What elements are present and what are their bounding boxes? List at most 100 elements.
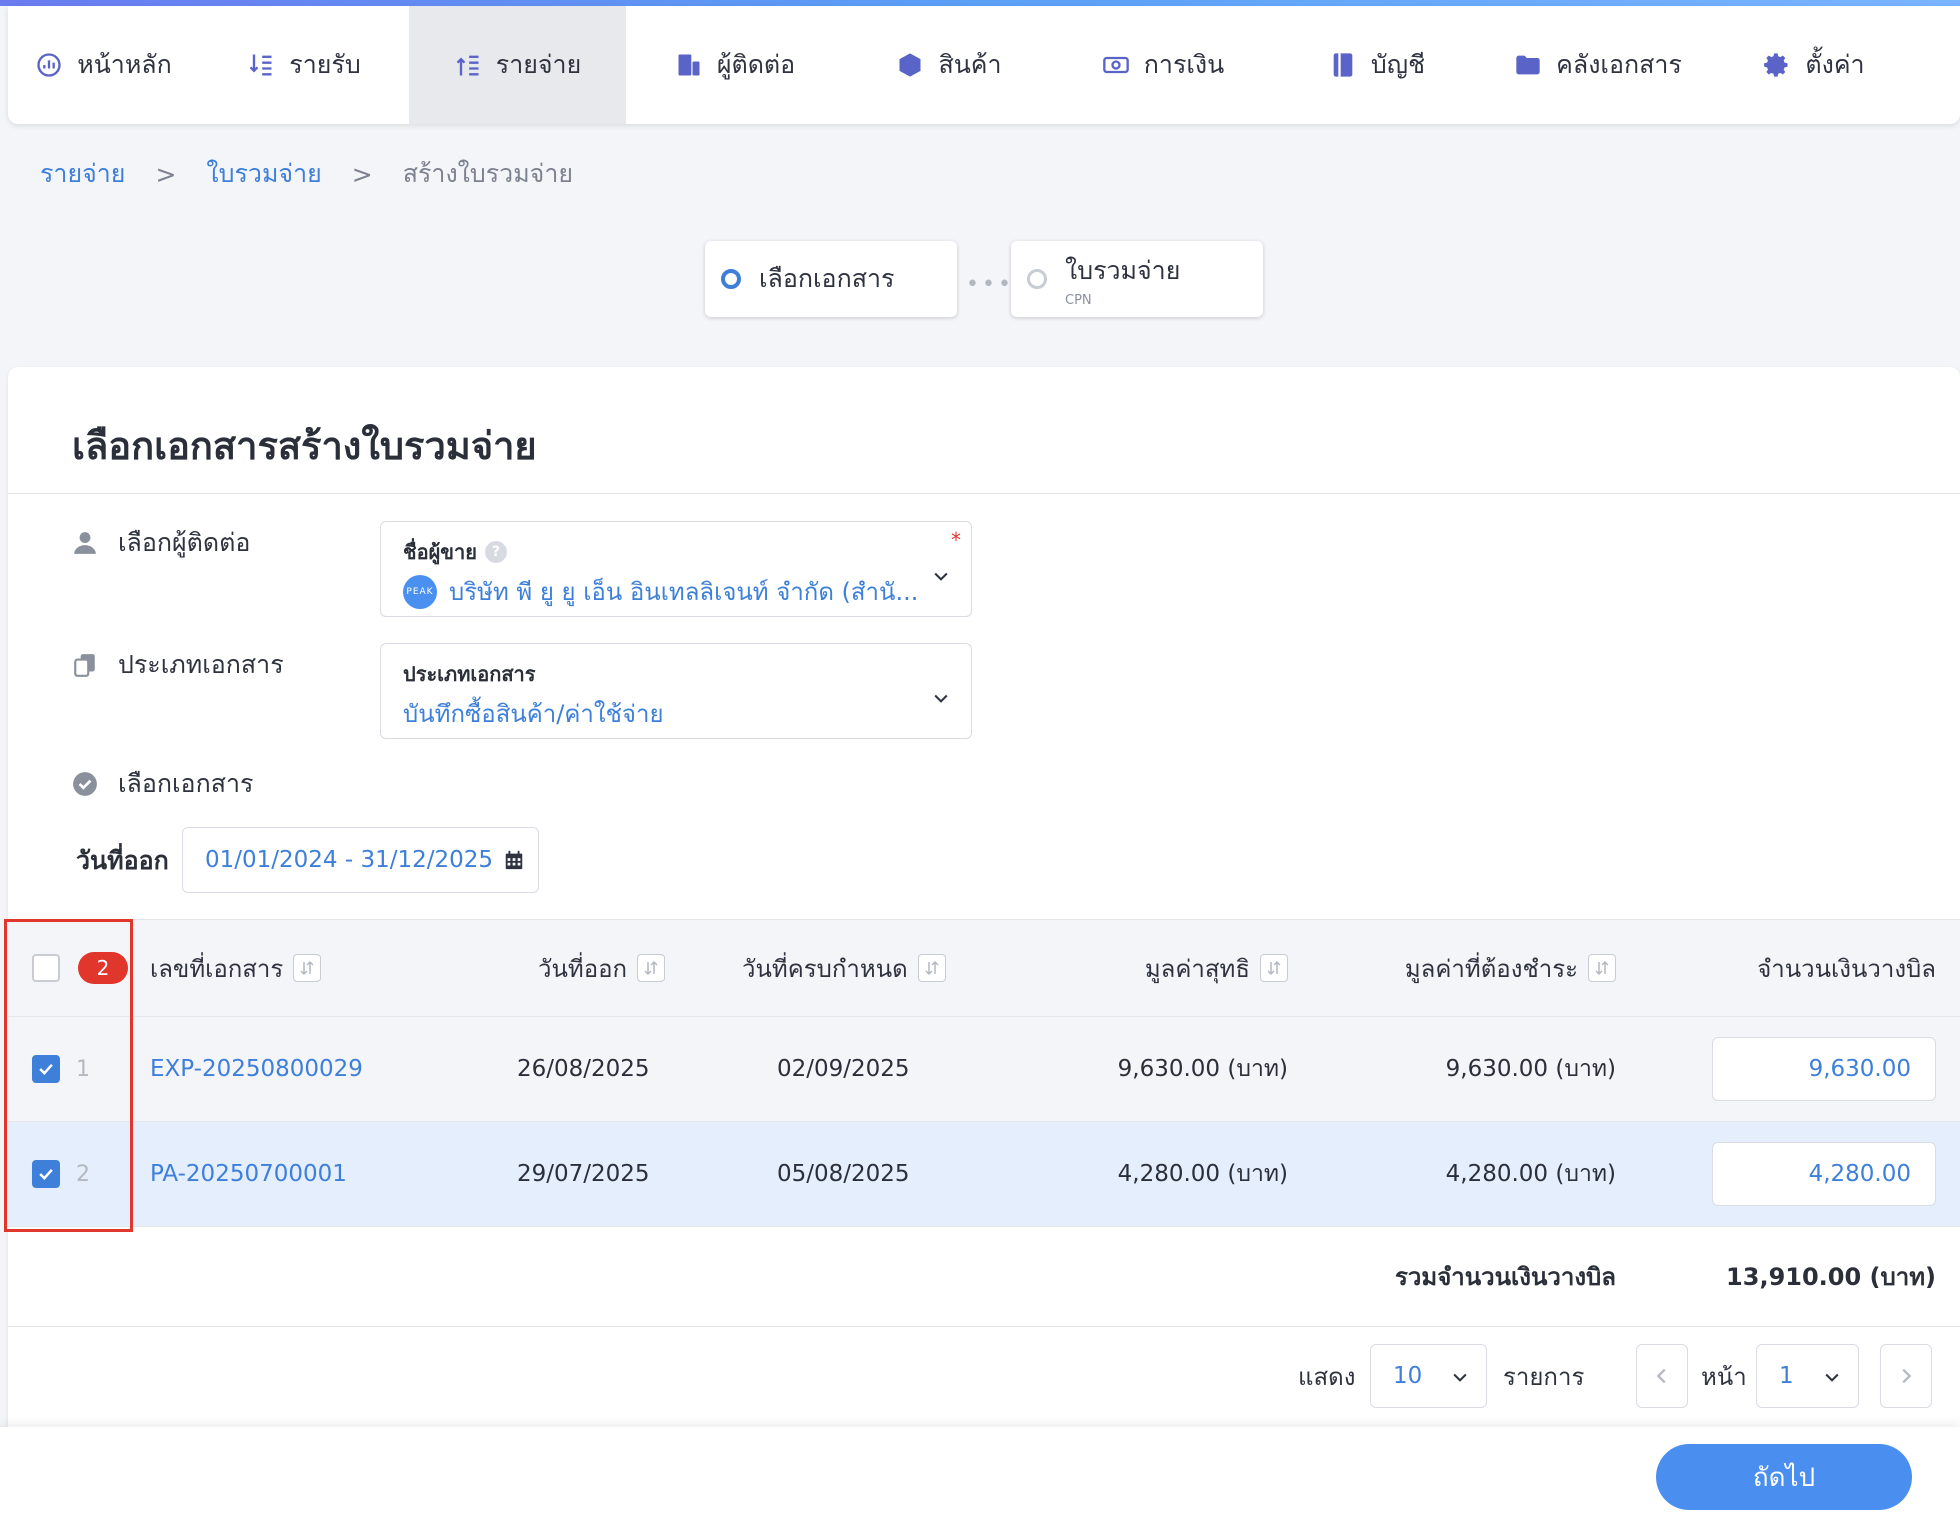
header-issue-date[interactable]: วันที่ออก bbox=[538, 920, 666, 1016]
breadcrumb-expense-link[interactable]: รายจ่าย bbox=[40, 154, 125, 194]
row-checkbox[interactable] bbox=[32, 1160, 60, 1188]
ledger-icon bbox=[1329, 51, 1357, 79]
nav-label: ผู้ติดต่อ bbox=[716, 50, 796, 79]
next-page-button[interactable] bbox=[1880, 1344, 1932, 1408]
field-label-text: เลือกเอกสาร bbox=[118, 769, 254, 798]
check-circle-icon bbox=[72, 771, 98, 797]
nav-item-home[interactable]: หน้าหลัก bbox=[8, 6, 199, 124]
date-range-input[interactable]: 01/01/2024 - 31/12/2025 bbox=[182, 827, 539, 893]
nav-label: บัญชี bbox=[1370, 50, 1426, 79]
nav-item-contacts[interactable]: ผู้ติดต่อ bbox=[626, 6, 844, 124]
chevron-down-icon bbox=[931, 688, 951, 708]
header-select-cell: 2 bbox=[32, 920, 128, 1016]
sort-icon[interactable] bbox=[1260, 954, 1288, 982]
header-payable[interactable]: มูลค่าที่ต้องชำระ bbox=[1405, 920, 1616, 1016]
sort-icon[interactable] bbox=[917, 954, 946, 982]
top-nav: หน้าหลัก รายรับ รายจ่าย ผู้ติดต่อ สินค้า… bbox=[8, 6, 1960, 124]
nav-label: รายรับ bbox=[289, 50, 361, 79]
sort-icon[interactable] bbox=[293, 954, 322, 982]
total-row: รวมจำนวนเงินวางบิล 13,910.00 (บาท) bbox=[8, 1227, 1960, 1327]
nav-item-expense[interactable]: รายจ่าย bbox=[409, 6, 626, 124]
billing-amount-input[interactable]: 4,280.00 bbox=[1712, 1142, 1936, 1206]
step-sublabel: CPN bbox=[1065, 292, 1092, 308]
sort-icon[interactable] bbox=[637, 954, 666, 982]
caption-text: ประเภทเอกสาร bbox=[403, 662, 536, 686]
chevron-down-icon bbox=[931, 566, 951, 586]
breadcrumb-combined-payment-link[interactable]: ใบรวมจ่าย bbox=[206, 154, 321, 194]
due-date-cell: 02/09/2025 bbox=[777, 1056, 910, 1082]
table-row: 2 PA-20250700001 29/07/2025 05/08/2025 4… bbox=[8, 1122, 1960, 1227]
nav-item-accounting[interactable]: บัญชี bbox=[1272, 6, 1482, 124]
doctype-select[interactable]: ประเภทเอกสาร บันทึกซื้อสินค้า/ค่าใช้จ่าย bbox=[380, 643, 972, 739]
calendar-icon[interactable] bbox=[503, 849, 525, 871]
date-range-value: 01/01/2024 - 31/12/2025 bbox=[205, 847, 494, 873]
nav-item-documents[interactable]: คลังเอกสาร bbox=[1482, 6, 1714, 124]
header-due-date[interactable]: วันที่ครบกำหนด bbox=[742, 920, 946, 1016]
net-value-cell: 4,280.00 (บาท) bbox=[1117, 1161, 1288, 1187]
help-icon[interactable]: ? bbox=[484, 541, 507, 563]
breadcrumb: รายจ่าย > ใบรวมจ่าย > สร้างใบรวมจ่าย bbox=[40, 154, 573, 194]
doctype-caption: ประเภทเอกสาร bbox=[403, 658, 536, 690]
due-date-cell: 05/08/2025 bbox=[777, 1161, 910, 1187]
issue-date-label: วันที่ออก bbox=[76, 846, 169, 875]
field-label-text: เลือกผู้ติดต่อ bbox=[118, 528, 251, 557]
next-button[interactable]: ถัดไป bbox=[1656, 1444, 1912, 1510]
payable-cell: 9,630.00 (บาท) bbox=[1445, 1056, 1616, 1082]
issue-date-cell: 29/07/2025 bbox=[517, 1161, 650, 1187]
row-checkbox[interactable] bbox=[32, 1055, 60, 1083]
chevron-down-icon bbox=[1822, 1367, 1842, 1387]
header-net-value[interactable]: มูลค่าสุทธิ bbox=[1145, 920, 1288, 1016]
folder-icon bbox=[1514, 51, 1542, 79]
peak-logo-icon: PEAK bbox=[403, 574, 437, 609]
copy-documents-icon bbox=[72, 652, 98, 678]
sort-icon[interactable] bbox=[1588, 954, 1616, 982]
page-select[interactable]: 1 bbox=[1756, 1344, 1859, 1408]
income-icon bbox=[247, 51, 275, 79]
doc-number-link[interactable]: PA-20250700001 bbox=[150, 1122, 347, 1226]
vendor-caption: ชื่อผู้ขาย ? bbox=[403, 536, 507, 568]
vendor-value: PEAK บริษัท พี ยู ยู เอ็น อินเทลลิเจนท์ … bbox=[403, 572, 918, 611]
documents-table: 2 เลขที่เอกสาร วันที่ออก วันที่ครบกำหนด … bbox=[8, 919, 1960, 1327]
person-icon bbox=[72, 530, 98, 556]
box-icon bbox=[896, 51, 924, 79]
nav-item-finance[interactable]: การเงิน bbox=[1054, 6, 1272, 124]
required-marker: * bbox=[951, 528, 961, 552]
doc-number-link[interactable]: EXP-20250800029 bbox=[150, 1017, 363, 1121]
contact-field-label: เลือกผู้ติดต่อ bbox=[72, 523, 250, 563]
page-value: 1 bbox=[1779, 1363, 1794, 1389]
total-label: รวมจำนวนเงินวางบิล bbox=[1395, 1263, 1616, 1291]
page-size-value: 10 bbox=[1393, 1363, 1423, 1389]
breadcrumb-current: สร้างใบรวมจ่าย bbox=[402, 159, 574, 188]
nav-label: สินค้า bbox=[938, 50, 1002, 79]
table-row: 1 EXP-20250800029 26/08/2025 02/09/2025 … bbox=[8, 1017, 1960, 1122]
selected-count-badge: 2 bbox=[78, 952, 128, 984]
table-header: 2 เลขที่เอกสาร วันที่ออก วันที่ครบกำหนด … bbox=[8, 919, 1960, 1017]
prev-page-button[interactable] bbox=[1636, 1344, 1688, 1408]
header-doc-no[interactable]: เลขที่เอกสาร bbox=[150, 920, 322, 1016]
header-text: วันที่ออก bbox=[538, 954, 628, 983]
nav-item-settings[interactable]: ตั้งค่า bbox=[1714, 6, 1914, 124]
row-number: 1 bbox=[76, 1056, 90, 1082]
money-icon bbox=[1102, 51, 1130, 79]
step-label: ใบรวมจ่าย bbox=[1065, 255, 1181, 285]
step-active-indicator bbox=[721, 269, 741, 289]
page-size-select[interactable]: 10 bbox=[1370, 1344, 1487, 1408]
step-label: เลือกเอกสาร bbox=[759, 264, 895, 293]
field-label-text: ประเภทเอกสาร bbox=[118, 650, 284, 679]
total-value: 13,910.00 (บาท) bbox=[1726, 1263, 1936, 1291]
nav-label: คลังเอกสาร bbox=[1556, 50, 1682, 79]
nav-item-income[interactable]: รายรับ bbox=[199, 6, 409, 124]
doctype-value: บันทึกซื้อสินค้า/ค่าใช้จ่าย bbox=[403, 700, 664, 728]
show-label: แสดง bbox=[1298, 1363, 1356, 1391]
nav-label: การเงิน bbox=[1143, 50, 1225, 79]
chevron-left-icon bbox=[1656, 1368, 1666, 1384]
page-title: เลือกเอกสารสร้างใบรวมจ่าย bbox=[72, 424, 537, 468]
select-documents-label: เลือกเอกสาร bbox=[72, 764, 253, 804]
vendor-select[interactable]: ชื่อผู้ขาย ? * PEAK บริษัท พี ยู ยู เอ็น… bbox=[380, 521, 972, 617]
header-text: วันที่ครบกำหนด bbox=[742, 954, 908, 983]
nav-item-products[interactable]: สินค้า bbox=[844, 6, 1054, 124]
billing-amount-input[interactable]: 9,630.00 bbox=[1712, 1037, 1936, 1101]
header-text: มูลค่าสุทธิ bbox=[1144, 954, 1250, 983]
step-connector: ••• bbox=[966, 272, 1014, 297]
select-all-checkbox[interactable] bbox=[32, 954, 60, 982]
